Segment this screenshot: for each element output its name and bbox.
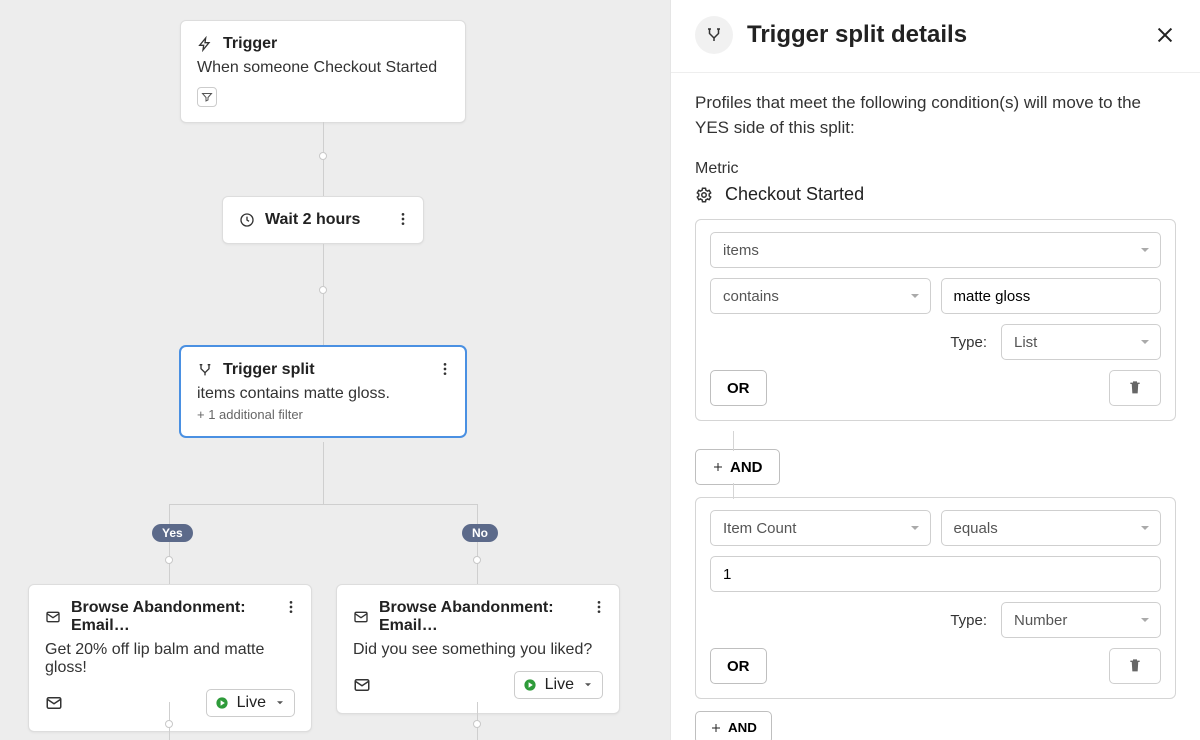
chevron-down-icon <box>1140 615 1150 625</box>
close-button[interactable] <box>1154 24 1176 46</box>
gear-icon <box>695 186 713 204</box>
chevron-down-icon <box>582 679 594 691</box>
type-select-1[interactable]: List <box>1001 324 1161 360</box>
wait-label: Wait 2 hours <box>265 211 360 229</box>
trigger-title: Trigger <box>223 35 277 53</box>
wait-menu-button[interactable] <box>391 207 415 231</box>
bolt-icon <box>197 36 213 52</box>
mail-icon <box>353 609 369 625</box>
branch-yes-chip: Yes <box>152 524 193 542</box>
value-input-1[interactable] <box>941 278 1162 314</box>
value-input-2[interactable] <box>710 556 1161 592</box>
email-yes-title: Browse Abandonment: Email… <box>71 599 295 635</box>
status-button-no[interactable]: Live <box>514 671 603 699</box>
metric-label: Metric <box>695 160 1176 178</box>
status-label: Live <box>237 694 266 712</box>
type-label: Type: <box>950 334 987 351</box>
property-select-1[interactable]: items <box>710 232 1161 268</box>
email-yes-card[interactable]: Browse Abandonment: Email… Get 20% off l… <box>28 584 312 732</box>
filter-icon[interactable] <box>197 87 217 107</box>
chevron-down-icon <box>1140 523 1150 533</box>
branch-no-chip: No <box>462 524 498 542</box>
type-label: Type: <box>950 612 987 629</box>
operator-select-2[interactable]: equals <box>941 510 1162 546</box>
split-menu-button[interactable] <box>433 357 457 381</box>
property-value: Item Count <box>723 520 796 537</box>
property-value: items <box>723 242 759 259</box>
add-and-button[interactable]: AND <box>695 711 772 740</box>
chevron-down-icon <box>910 523 920 533</box>
delete-condition-2[interactable] <box>1109 648 1161 684</box>
details-panel: Trigger split details Profiles that meet… <box>670 0 1200 740</box>
wait-card[interactable]: Wait 2 hours <box>222 196 424 244</box>
clock-icon <box>239 212 255 228</box>
status-button-yes[interactable]: Live <box>206 689 295 717</box>
split-title: Trigger split <box>223 361 315 379</box>
type-value: Number <box>1014 612 1067 629</box>
delete-condition-1[interactable] <box>1109 370 1161 406</box>
mail-icon <box>45 609 61 625</box>
operator-select-1[interactable]: contains <box>710 278 931 314</box>
email-yes-preview: Get 20% off lip balm and matte gloss! <box>45 641 295 677</box>
split-icon <box>197 362 213 378</box>
type-value: List <box>1014 334 1037 351</box>
status-label: Live <box>545 676 574 694</box>
split-condition: items contains matte gloss. <box>197 385 449 403</box>
live-icon <box>215 696 229 710</box>
condition-group-1: items contains Type: List OR <box>695 219 1176 421</box>
split-extra: + 1 additional filter <box>197 407 449 422</box>
chevron-down-icon <box>1140 337 1150 347</box>
email-no-card[interactable]: Browse Abandonment: Email… Did you see s… <box>336 584 620 714</box>
property-select-2[interactable]: Item Count <box>710 510 931 546</box>
trigger-desc: When someone Checkout Started <box>197 59 449 77</box>
operator-value: contains <box>723 288 779 305</box>
panel-intro: Profiles that meet the following conditi… <box>695 91 1176 140</box>
trigger-card[interactable]: Trigger When someone Checkout Started <box>180 20 466 123</box>
mail-outline-icon <box>45 694 63 712</box>
live-icon <box>523 678 537 692</box>
email-yes-menu-button[interactable] <box>279 595 303 619</box>
metric-name: Checkout Started <box>725 184 864 205</box>
chevron-down-icon <box>910 291 920 301</box>
mail-outline-icon <box>353 676 371 694</box>
chevron-down-icon <box>1140 245 1150 255</box>
or-button-2[interactable]: OR <box>710 648 767 684</box>
panel-title: Trigger split details <box>747 21 1140 49</box>
and-connector[interactable]: AND <box>695 449 780 485</box>
plus-icon <box>712 461 724 473</box>
plus-icon <box>710 722 722 734</box>
or-button-1[interactable]: OR <box>710 370 767 406</box>
operator-value: equals <box>954 520 998 537</box>
flow-canvas[interactable]: Trigger When someone Checkout Started Wa… <box>0 0 670 740</box>
type-select-2[interactable]: Number <box>1001 602 1161 638</box>
email-no-title: Browse Abandonment: Email… <box>379 599 603 635</box>
split-icon-circle <box>695 16 733 54</box>
email-no-preview: Did you see something you liked? <box>353 641 603 659</box>
trigger-split-card[interactable]: Trigger split items contains matte gloss… <box>180 346 466 437</box>
email-no-menu-button[interactable] <box>587 595 611 619</box>
condition-group-2: Item Count equals Type: Number OR <box>695 497 1176 699</box>
panel-header: Trigger split details <box>671 0 1200 73</box>
chevron-down-icon <box>274 697 286 709</box>
